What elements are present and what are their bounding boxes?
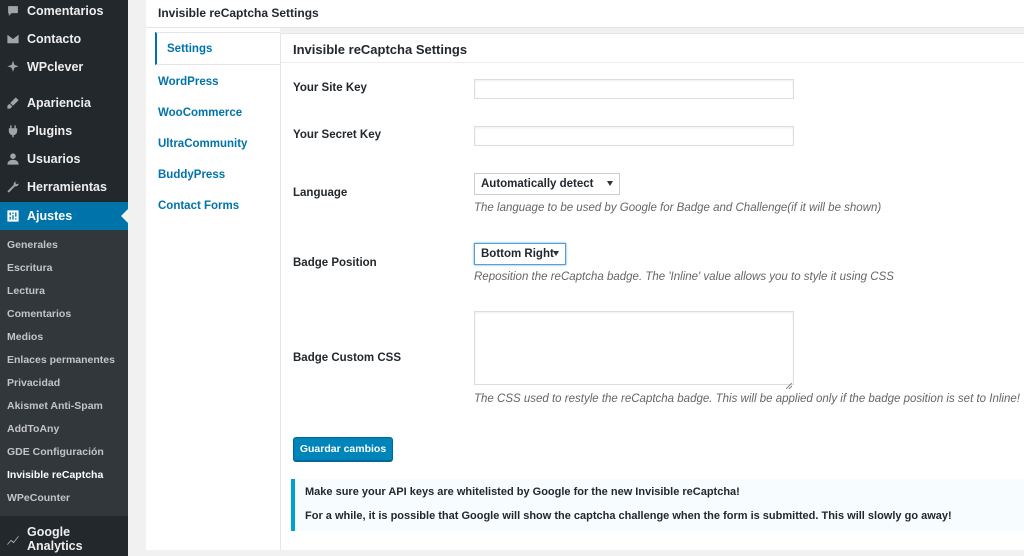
- page-title-bar: Invisible reCaptcha Settings: [146, 0, 1024, 28]
- menu-item-label: Herramientas: [27, 180, 107, 194]
- menu-item-label: Contacto: [27, 32, 82, 46]
- menu-item-label: WPclever: [27, 60, 84, 74]
- submenu-item-escritura[interactable]: Escritura: [7, 262, 53, 274]
- menu-item-label: Apariencia: [27, 96, 91, 110]
- badge-position-select-value: Bottom Right: [481, 248, 554, 260]
- menu-item-label: Comentarios: [27, 4, 104, 18]
- menu-item-usuarios[interactable]: Usuarios: [0, 145, 128, 173]
- menu-item-google-analytics[interactable]: Google Analytics: [0, 525, 128, 553]
- menu-item-label: Ajustes: [27, 209, 73, 223]
- language-select[interactable]: Automatically detect: [474, 173, 620, 195]
- badge-css-label: Badge Custom CSS: [293, 352, 401, 364]
- submenu-item-akismet[interactable]: Akismet Anti-Spam: [7, 400, 103, 412]
- notice-line-2: For a while, it is possible that Google …: [305, 510, 952, 522]
- site-key-input[interactable]: [474, 79, 794, 99]
- tab-settings[interactable]: Settings: [155, 32, 280, 65]
- submenu-item-generales[interactable]: Generales: [7, 239, 58, 251]
- menu-item-plugins[interactable]: Plugins: [0, 117, 128, 145]
- submenu-item-comentarios[interactable]: Comentarios: [7, 308, 71, 320]
- badge-position-description: Reposition the reCaptcha badge. The 'Inl…: [474, 271, 894, 283]
- menu-item-label: Usuarios: [27, 152, 81, 166]
- tab-contact-forms[interactable]: Contact Forms: [158, 200, 239, 212]
- submenu-item-addtoany[interactable]: AddToAny: [7, 423, 59, 435]
- tab-wordpress[interactable]: WordPress: [158, 76, 219, 88]
- menu-item-apariencia[interactable]: Apariencia: [0, 89, 128, 117]
- settings-tabs: Settings WordPress WooCommerce UltraComm…: [146, 28, 280, 550]
- chevron-down-icon: [607, 181, 613, 186]
- tab-woocommerce[interactable]: WooCommerce: [158, 107, 242, 119]
- submenu-item-enlaces-permanentes[interactable]: Enlaces permanentes: [7, 354, 115, 366]
- tab-ultracommunity[interactable]: UltraCommunity: [158, 138, 247, 150]
- language-select-value: Automatically detect: [481, 178, 594, 190]
- notice-line-1: Make sure your API keys are whitelisted …: [305, 486, 740, 498]
- page-title: Invisible reCaptcha Settings: [158, 6, 319, 20]
- submenu-item-medios[interactable]: Medios: [7, 331, 43, 343]
- settings-panel: Invisible reCaptcha Settings Your Site K…: [280, 33, 1024, 550]
- brush-icon: [6, 96, 20, 110]
- sparkle-icon: [6, 60, 20, 74]
- user-icon: [6, 152, 20, 166]
- submenu-item-lectura[interactable]: Lectura: [7, 285, 45, 297]
- menu-item-comentarios[interactable]: Comentarios: [0, 0, 128, 25]
- secret-key-label: Your Secret Key: [293, 129, 381, 141]
- language-description: The language to be used by Google for Ba…: [474, 202, 882, 214]
- wrench-icon: [6, 180, 20, 194]
- plug-icon: [6, 124, 20, 138]
- badge-css-description: The CSS used to restyle the reCaptcha ba…: [474, 393, 1020, 405]
- mail-icon: [6, 32, 20, 46]
- settings-submenu: Generales Escritura Lectura Comentarios …: [0, 230, 128, 516]
- resize-handle-icon[interactable]: [785, 377, 793, 390]
- menu-item-label: Google Analytics: [27, 525, 83, 553]
- badge-position-label: Badge Position: [293, 257, 377, 269]
- menu-item-contacto[interactable]: Contacto: [0, 25, 128, 53]
- badge-css-textarea[interactable]: [474, 311, 794, 385]
- submenu-item-wpecounter[interactable]: WPeCounter: [7, 492, 70, 504]
- badge-position-select[interactable]: Bottom Right: [474, 243, 566, 265]
- chart-icon: [6, 532, 20, 546]
- submenu-item-gde-configuracion[interactable]: GDE Configuración: [7, 446, 104, 458]
- menu-item-wpclever[interactable]: WPclever: [0, 53, 128, 81]
- site-key-label: Your Site Key: [293, 82, 367, 94]
- menu-item-ajustes[interactable]: Ajustes: [0, 202, 128, 230]
- save-button[interactable]: Guardar cambios: [293, 437, 393, 461]
- submenu-item-invisible-recaptcha[interactable]: Invisible reCaptcha: [7, 469, 103, 481]
- language-label: Language: [293, 187, 348, 199]
- admin-sidebar: Comentarios Contacto WPclever Apariencia…: [0, 0, 128, 556]
- menu-item-label: Plugins: [27, 124, 73, 138]
- secret-key-input[interactable]: [474, 126, 794, 146]
- info-notice: Make sure your API keys are whitelisted …: [291, 479, 1024, 531]
- divider: [281, 62, 1024, 63]
- menu-item-herramientas[interactable]: Herramientas: [0, 173, 128, 201]
- chevron-down-icon: [553, 251, 559, 256]
- submenu-item-privacidad[interactable]: Privacidad: [7, 377, 60, 389]
- panel-heading: Invisible reCaptcha Settings: [293, 42, 468, 57]
- tab-buddypress[interactable]: BuddyPress: [158, 169, 225, 181]
- settings-icon: [6, 209, 20, 223]
- comment-icon: [6, 4, 20, 18]
